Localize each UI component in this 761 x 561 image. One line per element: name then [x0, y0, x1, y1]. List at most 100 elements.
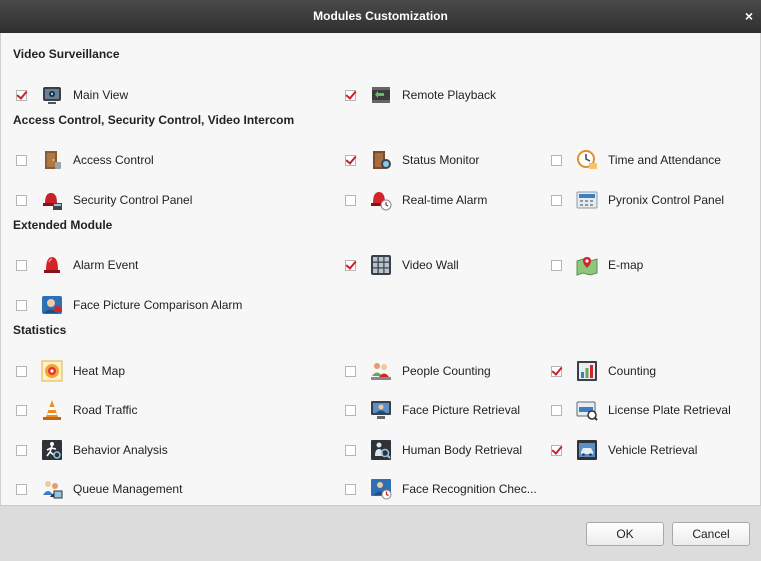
realtime-alarm-checkbox[interactable]	[345, 194, 356, 206]
siren-icon	[41, 254, 63, 276]
ok-button[interactable]: OK	[586, 522, 664, 546]
main-view-icon	[41, 84, 63, 106]
module-remote-playback[interactable]: Remote Playback	[342, 83, 496, 107]
module-face-picture-comparison-alarm[interactable]: Face Picture Comparison Alarm	[13, 293, 242, 317]
window-title: Modules Customization	[313, 9, 448, 23]
section-title-extended: Extended Module	[13, 218, 113, 232]
module-e-map[interactable]: E-map	[548, 253, 643, 277]
module-face-picture-retrieval[interactable]: Face Picture Retrieval	[342, 398, 520, 422]
face-picture-retrieval-label: Face Picture Retrieval	[402, 403, 521, 417]
module-human-body-retrieval[interactable]: Human Body Retrieval	[342, 438, 522, 462]
heat-map-icon	[41, 360, 63, 382]
door-icon	[41, 149, 63, 171]
queue-icon	[41, 478, 63, 500]
face-recognition-check-label: Face Recognition Chec...	[402, 482, 537, 496]
vehicle-retrieval-checkbox[interactable]	[551, 444, 562, 456]
face-retrieval-icon	[370, 399, 392, 421]
title-bar: Modules Customization ×	[0, 0, 761, 33]
traffic-cone-icon	[41, 399, 63, 421]
heat-map-checkbox[interactable]	[16, 365, 27, 377]
module-road-traffic[interactable]: Road Traffic	[13, 398, 137, 422]
vehicle-icon	[576, 439, 598, 461]
main-view-checkbox[interactable]	[16, 89, 27, 101]
remote-playback-label: Remote Playback	[402, 88, 497, 102]
remote-playback-icon	[370, 84, 392, 106]
road-traffic-checkbox[interactable]	[16, 404, 27, 416]
module-face-recognition-check[interactable]: Face Recognition Chec...	[342, 477, 537, 501]
face-picture-retrieval-checkbox[interactable]	[345, 404, 356, 416]
module-behavior-analysis[interactable]: Behavior Analysis	[13, 438, 168, 462]
time-attendance-label: Time and Attendance	[608, 153, 721, 167]
license-plate-icon	[576, 399, 598, 421]
module-time-attendance[interactable]: Time and Attendance	[548, 148, 721, 172]
module-heat-map[interactable]: Heat Map	[13, 359, 125, 383]
pyronix-control-panel-label: Pyronix Control Panel	[608, 193, 725, 207]
license-plate-retrieval-checkbox[interactable]	[551, 404, 562, 416]
status-monitor-label: Status Monitor	[402, 153, 480, 167]
keypad-icon	[576, 189, 598, 211]
behavior-analysis-checkbox[interactable]	[16, 444, 27, 456]
face-recognition-check-checkbox[interactable]	[345, 483, 356, 495]
section-title-access-control: Access Control, Security Control, Video …	[13, 113, 295, 127]
remote-playback-checkbox[interactable]	[345, 89, 356, 101]
heat-map-label: Heat Map	[73, 364, 126, 378]
license-plate-retrieval-label: License Plate Retrieval	[608, 403, 731, 417]
e-map-label: E-map	[608, 258, 644, 272]
human-body-icon	[370, 439, 392, 461]
section-title-statistics: Statistics	[13, 323, 67, 337]
status-monitor-icon	[370, 149, 392, 171]
queue-management-label: Queue Management	[73, 482, 183, 496]
security-control-panel-label: Security Control Panel	[73, 193, 193, 207]
e-map-checkbox[interactable]	[551, 259, 562, 271]
realtime-alarm-label: Real-time Alarm	[402, 193, 488, 207]
counting-chart-icon	[576, 360, 598, 382]
people-counting-checkbox[interactable]	[345, 365, 356, 377]
video-wall-label: Video Wall	[402, 258, 459, 272]
status-monitor-checkbox[interactable]	[345, 154, 356, 166]
security-control-panel-checkbox[interactable]	[16, 194, 27, 206]
section-title-video-surveillance: Video Surveillance	[13, 47, 120, 61]
module-alarm-event[interactable]: Alarm Event	[13, 253, 138, 277]
module-vehicle-retrieval[interactable]: Vehicle Retrieval	[548, 438, 697, 462]
module-main-view[interactable]: Main View	[13, 83, 128, 107]
counting-checkbox[interactable]	[551, 365, 562, 377]
module-realtime-alarm[interactable]: Real-time Alarm	[342, 188, 487, 212]
behavior-analysis-label: Behavior Analysis	[73, 443, 168, 457]
module-access-control[interactable]: Access Control	[13, 148, 154, 172]
access-control-checkbox[interactable]	[16, 154, 27, 166]
video-wall-icon	[370, 254, 392, 276]
video-wall-checkbox[interactable]	[345, 259, 356, 271]
counting-label: Counting	[608, 364, 657, 378]
module-video-wall[interactable]: Video Wall	[342, 253, 459, 277]
module-people-counting[interactable]: People Counting	[342, 359, 491, 383]
road-traffic-label: Road Traffic	[73, 403, 138, 417]
module-status-monitor[interactable]: Status Monitor	[342, 148, 479, 172]
face-picture-comparison-alarm-checkbox[interactable]	[16, 299, 27, 311]
module-counting[interactable]: Counting	[548, 359, 656, 383]
behavior-analysis-icon	[41, 439, 63, 461]
vehicle-retrieval-label: Vehicle Retrieval	[608, 443, 698, 457]
time-attendance-checkbox[interactable]	[551, 154, 562, 166]
module-pyronix-control-panel[interactable]: Pyronix Control Panel	[548, 188, 724, 212]
people-counting-label: People Counting	[402, 364, 491, 378]
module-license-plate-retrieval[interactable]: License Plate Retrieval	[548, 398, 731, 422]
close-button[interactable]: ×	[745, 0, 753, 33]
face-recognition-icon	[370, 478, 392, 500]
human-body-retrieval-checkbox[interactable]	[345, 444, 356, 456]
face-picture-comparison-alarm-label: Face Picture Comparison Alarm	[73, 298, 243, 312]
queue-management-checkbox[interactable]	[16, 483, 27, 495]
human-body-retrieval-label: Human Body Retrieval	[402, 443, 523, 457]
module-security-control-panel[interactable]: Security Control Panel	[13, 188, 192, 212]
clock-icon	[576, 149, 598, 171]
map-icon	[576, 254, 598, 276]
face-alarm-icon	[41, 294, 63, 316]
cancel-button[interactable]: Cancel	[672, 522, 750, 546]
people-counting-icon	[370, 360, 392, 382]
alarm-event-label: Alarm Event	[73, 258, 139, 272]
module-queue-management[interactable]: Queue Management	[13, 477, 182, 501]
siren-clock-icon	[370, 189, 392, 211]
alarm-event-checkbox[interactable]	[16, 259, 27, 271]
access-control-label: Access Control	[73, 153, 154, 167]
main-view-label: Main View	[73, 88, 129, 102]
pyronix-control-panel-checkbox[interactable]	[551, 194, 562, 206]
